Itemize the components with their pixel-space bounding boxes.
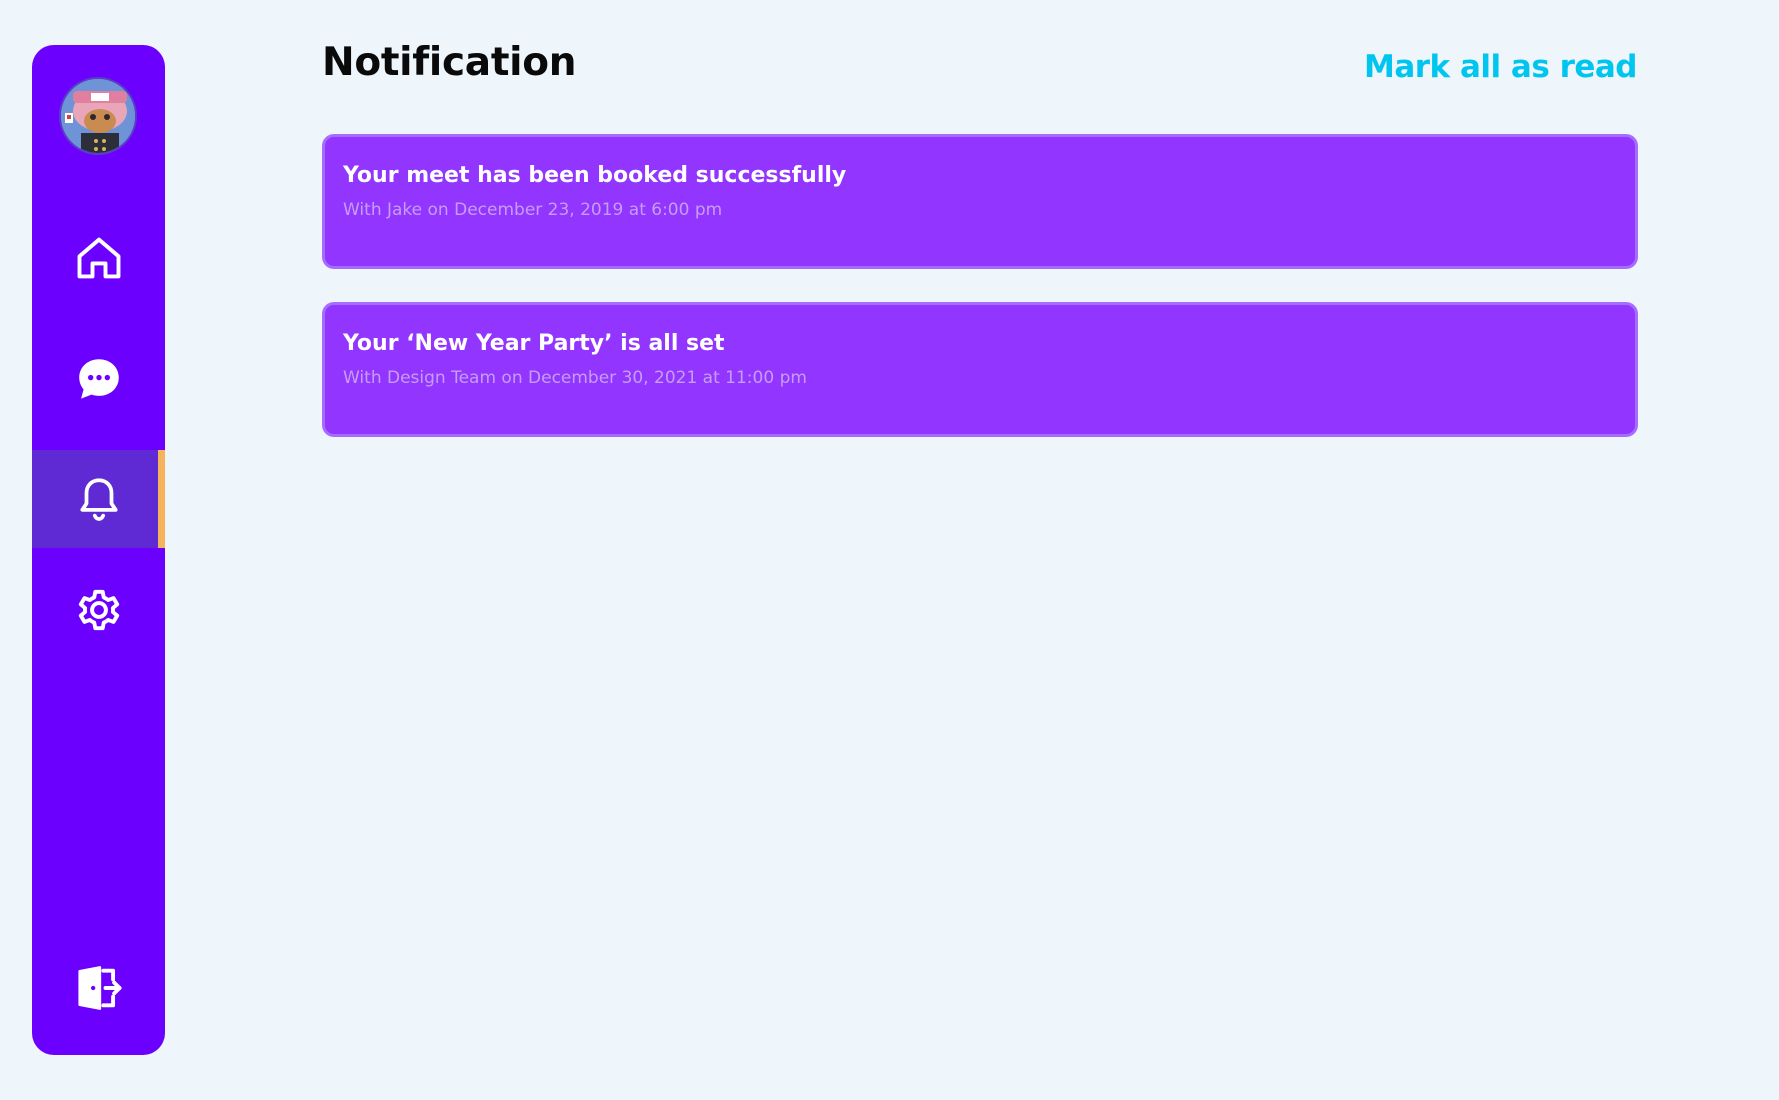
sidebar	[32, 45, 165, 1055]
notification-title: Your meet has been booked successfully	[343, 163, 847, 188]
page-title: Notification	[322, 40, 577, 85]
avatar-image	[61, 79, 135, 153]
mark-all-read-button[interactable]: Mark all as read	[1364, 49, 1638, 85]
bell-icon	[79, 478, 118, 521]
home-icon	[77, 237, 120, 279]
nav-messages[interactable]	[32, 330, 165, 428]
notification-subtitle: With Design Team on December 30, 2021 at…	[343, 368, 807, 388]
logout-icon	[77, 966, 122, 1010]
notification-card[interactable]: Your meet has been booked successfully W…	[322, 134, 1638, 269]
gear-icon	[78, 589, 119, 631]
notification-card[interactable]: Your ‘New Year Party’ is all set With De…	[322, 302, 1638, 437]
notification-title: Your ‘New Year Party’ is all set	[343, 331, 725, 356]
chat-icon	[78, 359, 119, 399]
profile-avatar[interactable]	[59, 77, 137, 155]
logout-button[interactable]	[32, 939, 165, 1037]
nav-settings[interactable]	[32, 561, 165, 659]
notification-list: Your meet has been booked successfully W…	[322, 134, 1638, 470]
nav-notifications[interactable]	[32, 450, 165, 548]
nav-home[interactable]	[32, 209, 165, 307]
notification-subtitle: With Jake on December 23, 2019 at 6:00 p…	[343, 200, 723, 220]
